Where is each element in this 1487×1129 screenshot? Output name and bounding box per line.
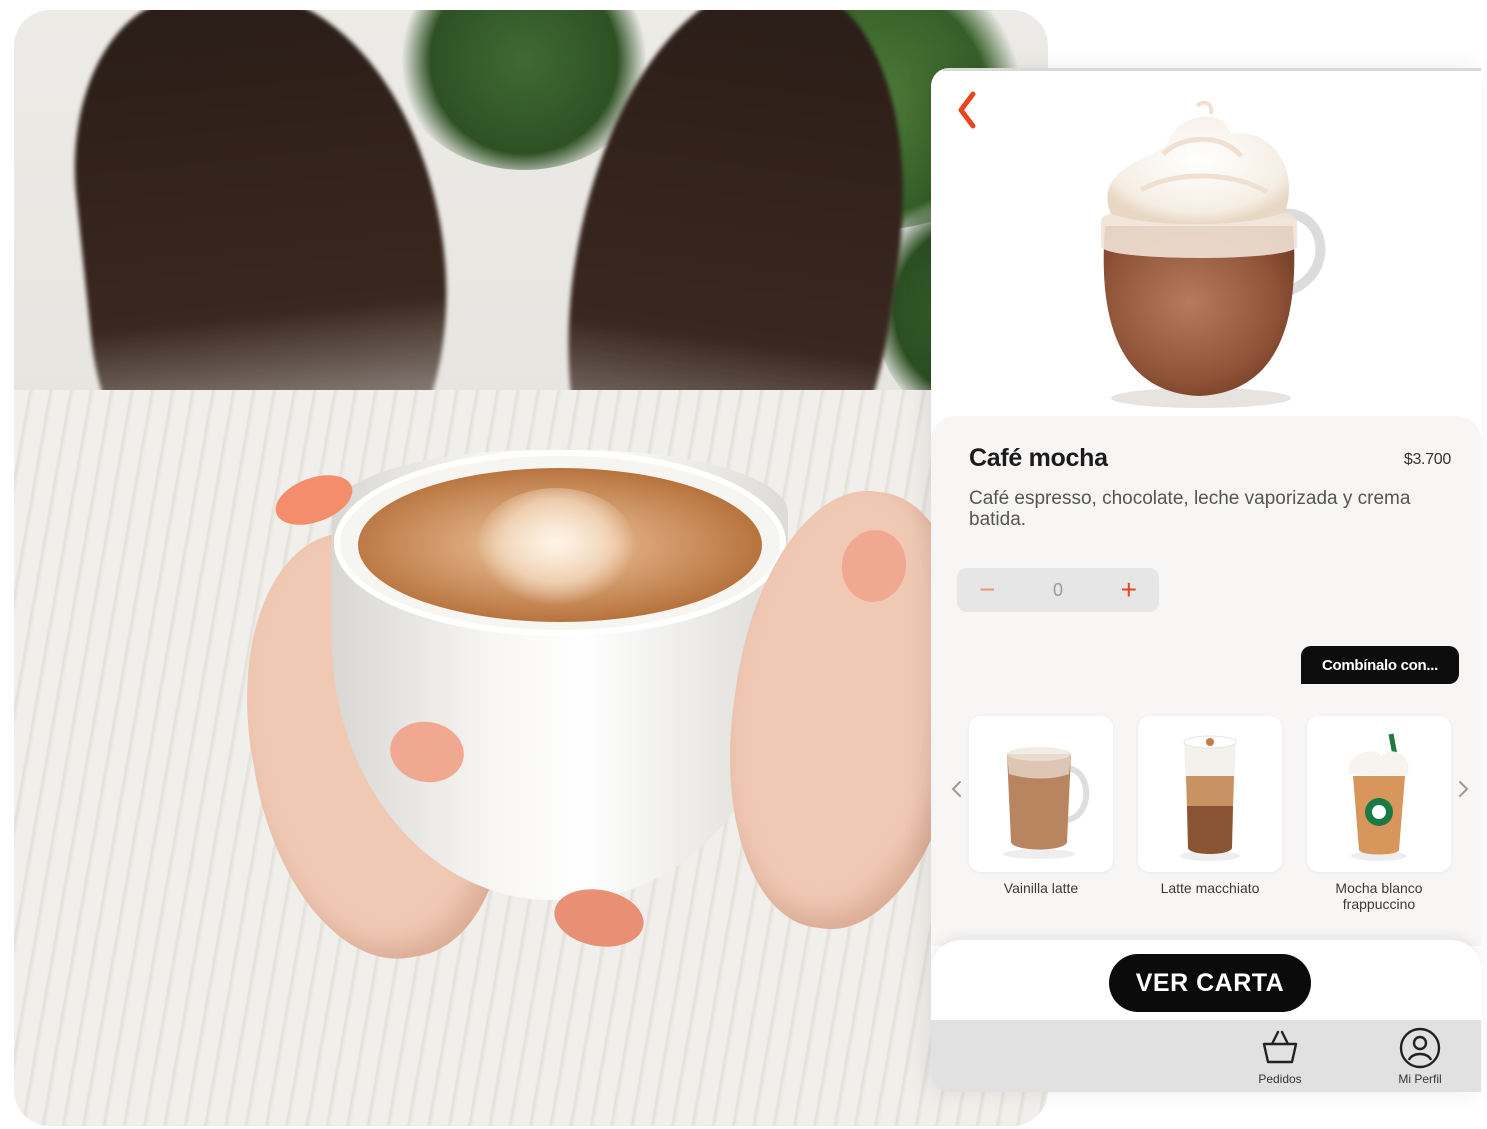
suggestions-carousel: Vainilla latte Latte macchiato Mocha bla… <box>931 716 1481 926</box>
suggestion-thumbnail <box>1138 716 1282 872</box>
product-title: Café mocha <box>969 444 1108 472</box>
tab-label: Mi Perfil <box>1398 1072 1442 1086</box>
tab-label: Pedidos <box>1258 1072 1302 1086</box>
tab-pedidos[interactable]: Pedidos <box>1245 1026 1315 1088</box>
carousel-next-button[interactable] <box>1451 774 1475 804</box>
cafe-mocha-image <box>1101 100 1326 408</box>
product-description: Café espresso, chocolate, leche vaporiza… <box>969 488 1411 530</box>
suggestion-thumbnail <box>1307 716 1451 872</box>
suggestion-thumbnail <box>969 716 1113 872</box>
profile-icon <box>1399 1027 1441 1069</box>
product-detail-card: Café mocha $3.700 Café espresso, chocola… <box>931 416 1481 946</box>
frappuccino-image <box>1348 733 1409 861</box>
chevron-right-icon <box>1459 781 1469 797</box>
view-menu-button[interactable]: VER CARTA <box>1109 954 1311 1012</box>
basket-icon <box>1262 1030 1298 1064</box>
hero-photo <box>14 10 1048 1126</box>
app-screen: Café mocha $3.700 Café espresso, chocola… <box>931 68 1481 1092</box>
suggestion-card-latte-macchiato[interactable]: Latte macchiato <box>1138 716 1282 896</box>
decrease-quantity-button[interactable]: − <box>979 576 995 604</box>
increase-quantity-button[interactable]: + <box>1121 576 1137 604</box>
chevron-left-icon <box>951 781 961 797</box>
status-divider <box>943 68 1481 71</box>
suggestion-name: Vainilla latte <box>1003 880 1079 896</box>
bottom-tab-bar: Pedidos Mi Perfil <box>931 1020 1481 1092</box>
bottom-cta-sheet: VER CARTA <box>931 940 1481 1030</box>
chevron-left-icon <box>958 91 976 129</box>
latte-macchiato-image <box>1180 735 1240 861</box>
vainilla-latte-image <box>1003 747 1090 859</box>
combine-with-button[interactable]: Combínalo con... <box>1301 646 1459 684</box>
carousel-prev-button[interactable] <box>945 774 969 804</box>
tab-mi-perfil[interactable]: Mi Perfil <box>1385 1026 1455 1088</box>
latte-art <box>476 488 636 606</box>
quantity-stepper: − 0 + <box>957 568 1159 612</box>
suggestion-name: Mocha blanco frappuccino <box>1335 880 1423 912</box>
suggestion-name: Latte macchiato <box>1160 880 1260 896</box>
back-button[interactable] <box>951 88 981 132</box>
suggestion-card-mocha-blanco-frappuccino[interactable]: Mocha blanco frappuccino <box>1307 716 1451 912</box>
product-price: $3.700 <box>1403 451 1451 468</box>
suggestion-card-vainilla-latte[interactable]: Vainilla latte <box>969 716 1113 896</box>
quantity-value: 0 <box>1052 579 1063 600</box>
